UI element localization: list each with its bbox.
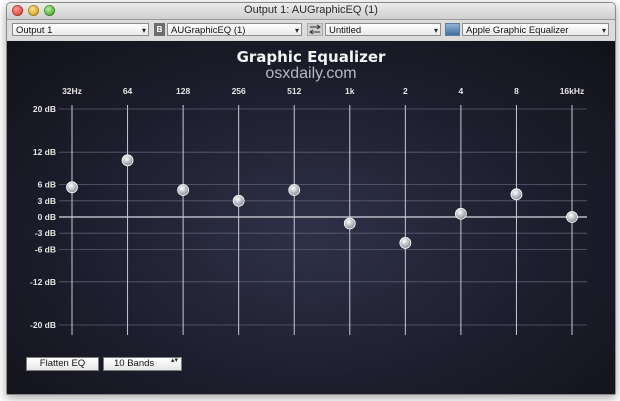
band-slider-knob[interactable]: [288, 184, 301, 196]
bands-select[interactable]: 10 Bands ▴▾: [103, 357, 182, 371]
audio-unit-select[interactable]: AUGraphicEQ (1) ▾: [167, 23, 302, 36]
band-slider-knob[interactable]: [399, 237, 412, 249]
chevron-down-icon: ▾: [433, 26, 438, 35]
au-window: Output 1: AUGraphicEQ (1) Output 1 ▾ B A…: [6, 2, 616, 395]
toolbar: Output 1 ▾ B AUGraphicEQ (1) ▾ Untitled …: [7, 20, 615, 40]
band-frequency-label: 128: [176, 86, 190, 96]
db-tick-label: 0 dB: [38, 212, 56, 222]
window-title: Output 1: AUGraphicEQ (1): [244, 4, 378, 16]
db-tick-label: 3 dB: [38, 196, 56, 206]
equalizer-type-select[interactable]: Apple Graphic Equalizer ▾: [462, 23, 609, 36]
output-select-value: Output 1: [16, 25, 53, 36]
equalizer-icon: [445, 23, 460, 36]
db-tick-label: 12 dB: [33, 147, 56, 157]
db-tick-label: -12 dB: [30, 277, 56, 287]
band-frequency-label: 512: [287, 86, 301, 96]
output-select[interactable]: Output 1 ▾: [12, 23, 149, 36]
band-slider-knob[interactable]: [343, 217, 356, 230]
equalizer-graph: 20 dB 12 dB 6 dB 3 dB 0 dB -3 dB -6 dB -12 dB -2…: [30, 86, 587, 335]
preset-select[interactable]: Untitled ▾: [325, 23, 441, 36]
band-frequency-label: 16kHz: [560, 86, 585, 96]
chevron-down-icon: ▾: [601, 26, 606, 35]
title-bar[interactable]: Output 1: AUGraphicEQ (1): [7, 3, 615, 20]
chevron-down-icon: ▾: [141, 26, 146, 35]
band-frequency-label: 4: [459, 86, 464, 96]
band-frequency-label: 2: [403, 86, 408, 96]
equalizer-panel: Graphic Equalizer osxdaily.com 20 dB 12 d…: [7, 41, 615, 394]
chevron-down-icon: ▾: [294, 26, 299, 35]
band-slider-knob[interactable]: [121, 154, 134, 167]
db-tick-label: 6 dB: [38, 180, 56, 190]
preset-select-value: Untitled: [329, 25, 362, 36]
db-tick-label: -6 dB: [35, 244, 56, 254]
band-slider-knob[interactable]: [454, 207, 467, 220]
band-frequency-label: 8: [514, 86, 519, 96]
band-frequency-label: 64: [123, 86, 133, 96]
band-slider-knob[interactable]: [177, 184, 190, 196]
band-frequency-label: 1k: [345, 86, 355, 96]
audio-unit-select-value: AUGraphicEQ (1): [171, 25, 246, 36]
band-slider-knob[interactable]: [510, 188, 523, 201]
equalizer-type-select-value: Apple Graphic Equalizer: [466, 25, 569, 36]
bands-select-value: 10 Bands: [114, 358, 155, 369]
band-frequency-label: 32Hz: [62, 86, 82, 96]
bypass-badge[interactable]: B: [154, 23, 165, 36]
band-slider-knob[interactable]: [232, 194, 245, 207]
band-frequency-label: 256: [232, 86, 246, 96]
flatten-eq-button[interactable]: Flatten EQ: [26, 357, 99, 371]
db-tick-label: -20 dB: [30, 320, 56, 330]
band-slider-knob[interactable]: [566, 211, 578, 223]
stepper-icon: ▴▾: [170, 357, 178, 364]
band-slider-knob[interactable]: [66, 181, 78, 194]
swap-icon[interactable]: [307, 23, 323, 36]
db-tick-label: 20 dB: [33, 104, 56, 114]
db-tick-label: -3 dB: [35, 228, 56, 238]
